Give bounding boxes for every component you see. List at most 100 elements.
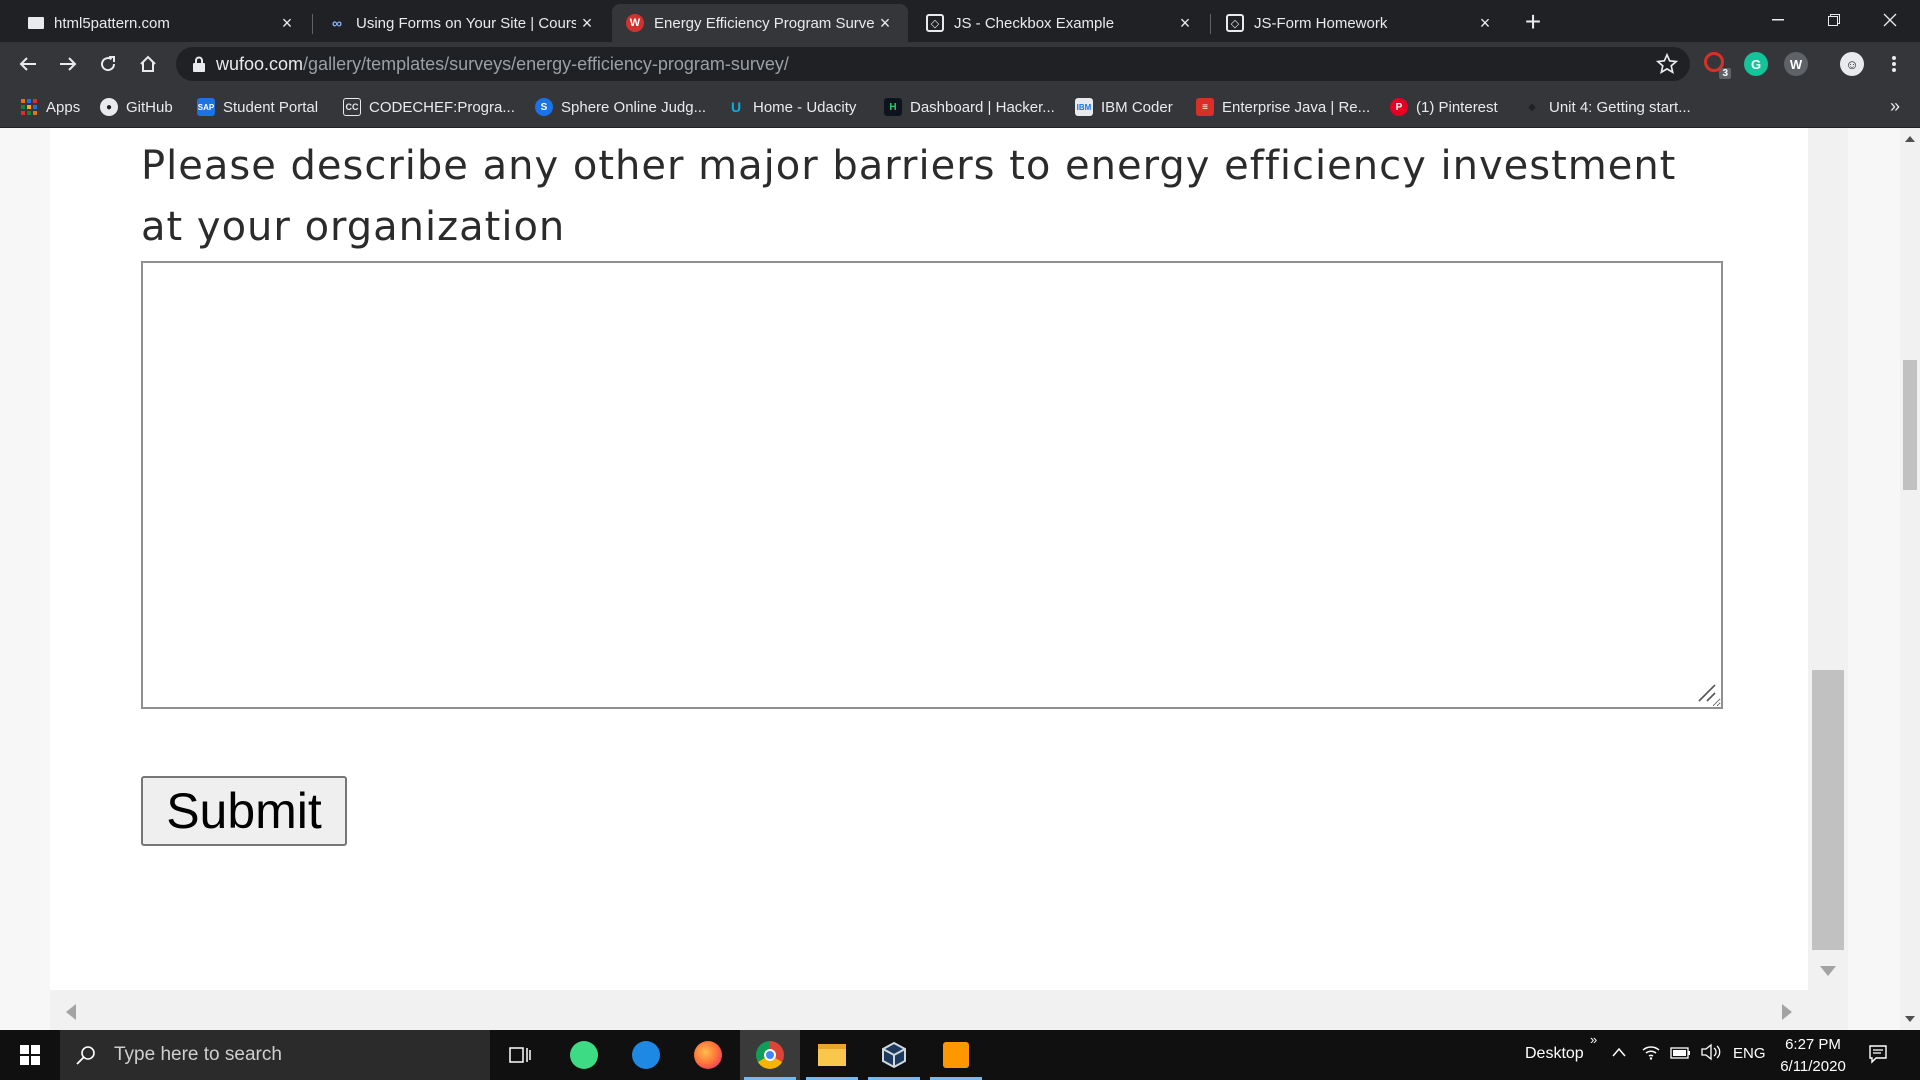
taskbar-edge[interactable] [616,1030,676,1080]
bookmark-github[interactable]: ● GitHub [100,96,173,118]
taskbar-chrome[interactable] [740,1030,800,1080]
bookmark-hackerrank[interactable]: H Dashboard | Hacker... [884,96,1055,118]
bookmark-enterprise-java[interactable]: ≡ Enterprise Java | Re... [1196,96,1370,118]
bookmark-sphere-online-judge[interactable]: S Sphere Online Judg... [535,96,706,118]
grammarly-icon[interactable]: G [1744,52,1768,76]
browser-vertical-scrollbar[interactable] [1900,128,1920,1030]
system-clock[interactable]: 6:27 PM 6/11/2020 [1768,1034,1858,1078]
bookmark-apps[interactable]: Apps [20,96,80,118]
bookmark-label: Apps [46,98,81,116]
sap-icon: SAP [197,98,215,116]
wappalyzer-icon[interactable]: W [1784,52,1808,76]
scroll-down-icon[interactable] [1820,966,1836,976]
ibm-icon: IBM [1075,98,1093,116]
question-text-line1: Please describe any other major barriers… [141,143,1677,189]
bookmark-label: Student Portal [223,98,319,116]
battery-icon[interactable] [1670,1046,1692,1064]
close-icon[interactable]: × [576,13,598,34]
scroll-left-icon[interactable] [66,1004,76,1020]
address-bar[interactable]: wufoo.com/gallery/templates/surveys/ener… [176,47,1690,81]
more-vert-icon [1892,56,1896,72]
language-indicator[interactable]: ENG [1733,1045,1766,1062]
volume-icon[interactable] [1700,1043,1722,1066]
minimize-icon [1772,19,1784,21]
minimize-button[interactable] [1750,0,1806,40]
bookmark-codechef[interactable]: CC CODECHEF:Progra... [343,96,515,118]
bookmark-pinterest[interactable]: P (1) Pinterest [1390,96,1498,118]
clock-date: 6/11/2020 [1780,1058,1846,1075]
bookmark-label: IBM Coder [1101,98,1173,116]
bookmark-label: CODECHEF:Progra... [369,98,515,116]
close-icon [1883,13,1897,27]
close-window-button[interactable] [1862,0,1918,40]
chevron-up-icon[interactable] [1612,1044,1626,1062]
url-text[interactable]: wufoo.com/gallery/templates/surveys/ener… [216,54,789,75]
barriers-textarea[interactable] [141,261,1723,709]
chrome-icon [756,1041,784,1069]
tab-divider [312,14,313,34]
close-icon[interactable]: × [276,13,298,34]
bookmark-label: Home - Udacity [753,98,857,116]
taskbar-android-studio[interactable] [554,1030,614,1080]
bookmark-star-icon[interactable] [1656,53,1678,75]
toolbar-chevron[interactable]: » [1590,1032,1597,1047]
github-icon: ● [100,98,118,116]
taskbar-sublime[interactable] [926,1030,986,1080]
extension-badge: 3 [1719,68,1731,79]
scroll-up-icon[interactable] [1905,136,1915,142]
home-button[interactable] [132,48,164,80]
desktop-toolbar-label[interactable]: Desktop [1525,1045,1584,1063]
profile-avatar[interactable]: ☺ [1840,52,1864,76]
bookmark-ibm-coder[interactable]: IBM IBM Coder [1075,96,1173,118]
task-view-icon [509,1047,531,1063]
tab-form-homework[interactable]: ◇ JS-Form Homework × [1212,4,1508,42]
bookmark-label: (1) Pinterest [1416,98,1498,116]
close-icon[interactable]: × [1174,13,1196,34]
bookmark-student-portal[interactable]: SAP Student Portal [197,96,318,118]
menu-button[interactable] [1878,48,1910,80]
lock-icon[interactable] [192,56,206,72]
scrollbar-thumb[interactable] [1812,670,1844,950]
close-icon[interactable]: × [874,13,896,34]
arrow-left-icon [19,57,36,71]
taskbar-search-box[interactable]: Type here to search [60,1030,490,1080]
reload-button[interactable] [92,48,124,80]
page-vertical-scrollbar[interactable] [1808,128,1848,1030]
question-label: Please describe any other major barriers… [141,136,1741,258]
extension-icon[interactable]: 3 [1704,52,1731,79]
windows-taskbar: Type here to search Desktop » ENG 6:27 P… [0,1030,1920,1080]
taskbar-firefox[interactable] [678,1030,738,1080]
tab-html5pattern[interactable]: html5pattern.com × [14,4,310,42]
tab-energy-survey[interactable]: W Energy Efficiency Program Survey × [612,4,908,42]
scrollbar-thumb[interactable] [1903,360,1917,490]
close-icon[interactable]: × [1474,13,1496,34]
taskbar-virtualbox[interactable] [864,1030,924,1080]
restore-button[interactable] [1806,0,1862,40]
start-button[interactable] [0,1030,60,1080]
resize-grip-icon[interactable] [1695,681,1717,703]
bookmark-udacity[interactable]: U Home - Udacity [727,96,856,118]
task-view-button[interactable] [490,1030,550,1080]
scroll-right-icon[interactable] [1782,1004,1792,1020]
wifi-icon[interactable] [1642,1044,1660,1065]
question-text-line2: at your organization [141,204,566,250]
tab-title: JS - Checkbox Example [954,14,1115,32]
notifications-icon[interactable] [1868,1044,1888,1069]
more-bookmarks-button[interactable]: » [1890,96,1900,117]
submit-button[interactable]: Submit [141,776,347,846]
codepen-icon: ◇ [1226,14,1244,32]
back-button[interactable] [12,48,44,80]
bookmark-unit4[interactable]: ◆ Unit 4: Getting start... [1523,96,1691,118]
tab-title: Energy Efficiency Program Survey [654,14,874,32]
new-tab-button[interactable]: + [1518,8,1548,38]
tab-using-forms[interactable]: ∞ Using Forms on Your Site | Course × [314,4,610,42]
tab-title: Using Forms on Your Site | Course [356,14,576,32]
forward-button[interactable] [52,48,84,80]
tab-checkbox-example[interactable]: ◇ JS - Checkbox Example × [912,4,1208,42]
codepen-icon: ◇ [926,14,944,32]
bookmarks-bar: Apps ● GitHub SAP Student Portal CC CODE… [0,86,1920,128]
horizontal-scrollbar[interactable] [50,990,1808,1030]
scroll-down-icon[interactable] [1905,1016,1915,1022]
taskbar-file-explorer[interactable] [802,1030,862,1080]
tab-strip: html5pattern.com × ∞ Using Forms on Your… [0,0,1920,42]
